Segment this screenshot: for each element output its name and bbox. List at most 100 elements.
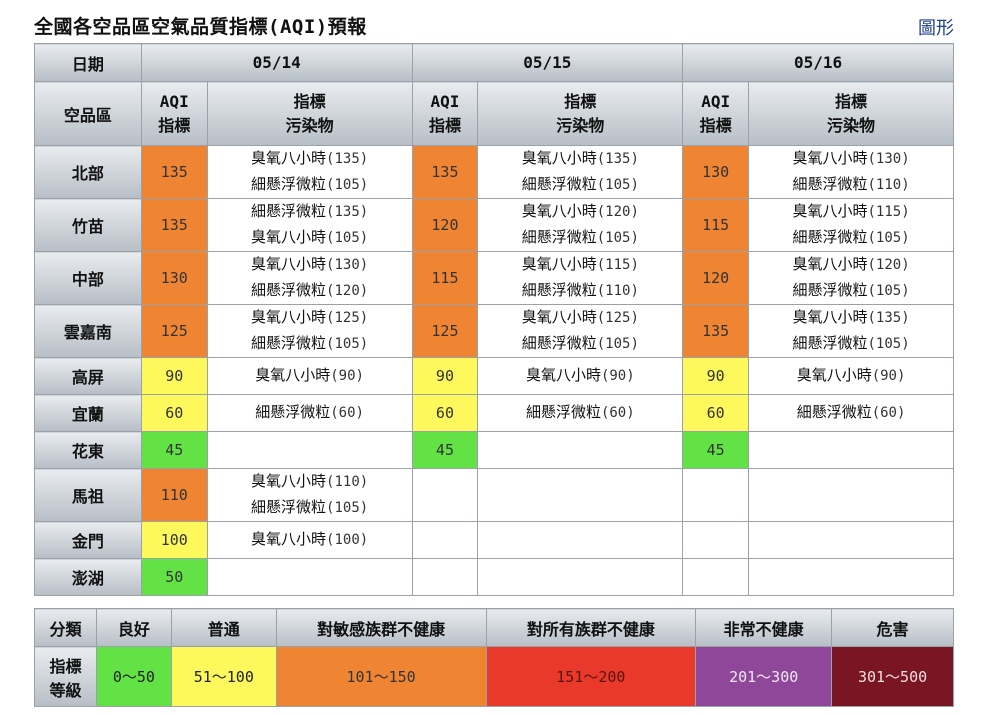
pollutant-value: (115) xyxy=(596,257,639,273)
aqi-value-cell: 90 xyxy=(682,357,750,395)
table-row: 雲嘉南 125 臭氧八小時(125) 細懸浮微粒(105) 125 臭氧八小時(125) 細… xyxy=(34,304,954,358)
table-row: 澎湖 50 xyxy=(34,558,954,596)
legend-range-moderate: 51～100 xyxy=(170,646,277,707)
pollutant-header-3: 指標 污染物 xyxy=(748,81,954,146)
pollutant-name: 細懸浮微粒 xyxy=(251,498,327,516)
table-row: 高屏 90 臭氧八小時(90) 90 臭氧八小時(90) 90 臭氧八小時(90) xyxy=(34,357,954,395)
aqi-value-cell: 60 xyxy=(411,394,479,432)
region-name: 宜蘭 xyxy=(34,394,142,432)
aqi-value-cell: 45 xyxy=(411,431,479,469)
pollutant-name: 細懸浮微粒 xyxy=(251,202,327,220)
region-header-label: 空品區 xyxy=(34,81,142,146)
pollutant-line: 細懸浮微粒(105) xyxy=(208,172,412,198)
pollutant-cell xyxy=(477,431,684,469)
pollutant-line: 細懸浮微粒(60) xyxy=(478,400,682,426)
pollutant-name: 細懸浮微粒 xyxy=(521,175,597,193)
date-header-label: 日期 xyxy=(34,43,142,82)
pollutant-value: (100) xyxy=(326,532,369,548)
legend-name-good: 良好 xyxy=(95,608,172,647)
pollutant-line: 細懸浮微粒(60) xyxy=(749,400,953,426)
legend-index-label: 指標 等級 xyxy=(34,646,97,707)
pollutant-line: 臭氧八小時(135) xyxy=(208,146,412,172)
pollutant-cell xyxy=(748,468,954,522)
table-row: 竹苗 135 細懸浮微粒(135) 臭氧八小時(105) 120 臭氧八小時(120) 細懸… xyxy=(34,198,954,252)
region-name: 花東 xyxy=(34,431,142,469)
pollutant-line: 臭氧八小時(130) xyxy=(749,146,953,172)
pollutant-value: (105) xyxy=(326,230,369,246)
pollutant-line: 臭氧八小時(105) xyxy=(208,225,412,251)
aqi-value-cell xyxy=(682,558,750,596)
pollutant-value: (120) xyxy=(596,204,639,220)
pollutant-cell: 臭氧八小時(130) 細懸浮微粒(120) xyxy=(206,251,413,305)
pollutant-value: (125) xyxy=(596,310,639,326)
pollutant-line: 臭氧八小時(110) xyxy=(208,469,412,495)
aqi-value-cell: 110 xyxy=(140,468,208,522)
pollutant-header-1: 指標 污染物 xyxy=(206,81,413,146)
aqi-value-cell xyxy=(411,468,479,522)
pollutant-value: (110) xyxy=(596,283,639,299)
pollutant-name: 細懸浮微粒 xyxy=(792,228,868,246)
table-row: 中部 130 臭氧八小時(130) 細懸浮微粒(120) 115 臭氧八小時(115) 細懸… xyxy=(34,251,954,305)
aqi-value-cell: 130 xyxy=(682,145,750,199)
pollutant-line: 臭氧八小時(90) xyxy=(749,363,953,389)
pollutant-value: (135) xyxy=(326,151,369,167)
region-name: 北部 xyxy=(34,145,142,199)
region-name: 澎湖 xyxy=(34,558,142,596)
pollutant-line: 細懸浮微粒(110) xyxy=(478,278,682,304)
aqi-header-1: AQI 指標 xyxy=(140,81,208,146)
pollutant-cell xyxy=(748,558,954,596)
pollutant-cell xyxy=(748,431,954,469)
aqi-value-cell: 100 xyxy=(140,521,208,559)
region-name: 金門 xyxy=(34,521,142,559)
pollutant-header-2: 指標 污染物 xyxy=(477,81,684,146)
pollutant-value: (110) xyxy=(867,177,910,193)
aqi-value-cell: 135 xyxy=(411,145,479,199)
region-name: 竹苗 xyxy=(34,198,142,252)
pollutant-value: (105) xyxy=(596,230,639,246)
legend-name-very-unhealthy: 非常不健康 xyxy=(695,608,833,647)
pollutant-value: (135) xyxy=(326,204,369,220)
aqi-value-cell: 45 xyxy=(140,431,208,469)
pollutant-value: (120) xyxy=(867,257,910,273)
pollutant-value: (105) xyxy=(596,177,639,193)
pollutant-cell: 臭氧八小時(90) xyxy=(206,357,413,395)
pollutant-name: 細懸浮微粒 xyxy=(792,334,868,352)
pollutant-value: (60) xyxy=(600,405,635,421)
pollutant-name: 細懸浮微粒 xyxy=(796,403,872,421)
pollutant-value: (130) xyxy=(867,151,910,167)
pollutant-cell: 臭氧八小時(135) 細懸浮微粒(105) xyxy=(748,304,954,358)
pollutant-line: 細懸浮微粒(110) xyxy=(749,172,953,198)
pollutant-cell: 臭氧八小時(135) 細懸浮微粒(105) xyxy=(477,145,684,199)
chart-view-link[interactable]: 圖形 xyxy=(918,14,954,40)
pollutant-line: 細懸浮微粒(120) xyxy=(208,278,412,304)
legend-range-unhealthy: 151～200 xyxy=(485,646,697,707)
region-name: 中部 xyxy=(34,251,142,305)
pollutant-line: 臭氧八小時(90) xyxy=(478,363,682,389)
legend-range-very-unhealthy: 201～300 xyxy=(695,646,833,707)
date-header-2: 05/15 xyxy=(411,43,684,82)
aqi-value-cell: 45 xyxy=(682,431,750,469)
pollutant-name: 臭氧八小時 xyxy=(521,202,597,220)
pollutant-name: 臭氧八小時 xyxy=(792,308,868,326)
pollutant-value: (115) xyxy=(867,204,910,220)
pollutant-name: 細懸浮微粒 xyxy=(251,334,327,352)
pollutant-line: 臭氧八小時(125) xyxy=(208,305,412,331)
aqi-value-cell: 135 xyxy=(682,304,750,358)
date-header-1: 05/14 xyxy=(140,43,413,82)
pollutant-value: (105) xyxy=(326,500,369,516)
pollutant-line: 臭氧八小時(135) xyxy=(749,305,953,331)
pollutant-cell: 細懸浮微粒(60) xyxy=(206,394,413,432)
pollutant-value: (105) xyxy=(867,336,910,352)
aqi-value-cell: 135 xyxy=(140,145,208,199)
table-row: 北部 135 臭氧八小時(135) 細懸浮微粒(105) 135 臭氧八小時(135) 細懸… xyxy=(34,145,954,199)
pollutant-line: 細懸浮微粒(105) xyxy=(208,331,412,357)
pollutant-cell: 臭氧八小時(90) xyxy=(477,357,684,395)
pollutant-name: 細懸浮微粒 xyxy=(792,281,868,299)
pollutant-line: 細懸浮微粒(105) xyxy=(749,278,953,304)
pollutant-line: 臭氧八小時(100) xyxy=(208,527,412,553)
pollutant-line: 細懸浮微粒(105) xyxy=(478,172,682,198)
aqi-header-2: AQI 指標 xyxy=(411,81,479,146)
pollutant-cell: 細懸浮微粒(60) xyxy=(748,394,954,432)
pollutant-name: 細懸浮微粒 xyxy=(521,228,597,246)
pollutant-cell xyxy=(748,521,954,559)
